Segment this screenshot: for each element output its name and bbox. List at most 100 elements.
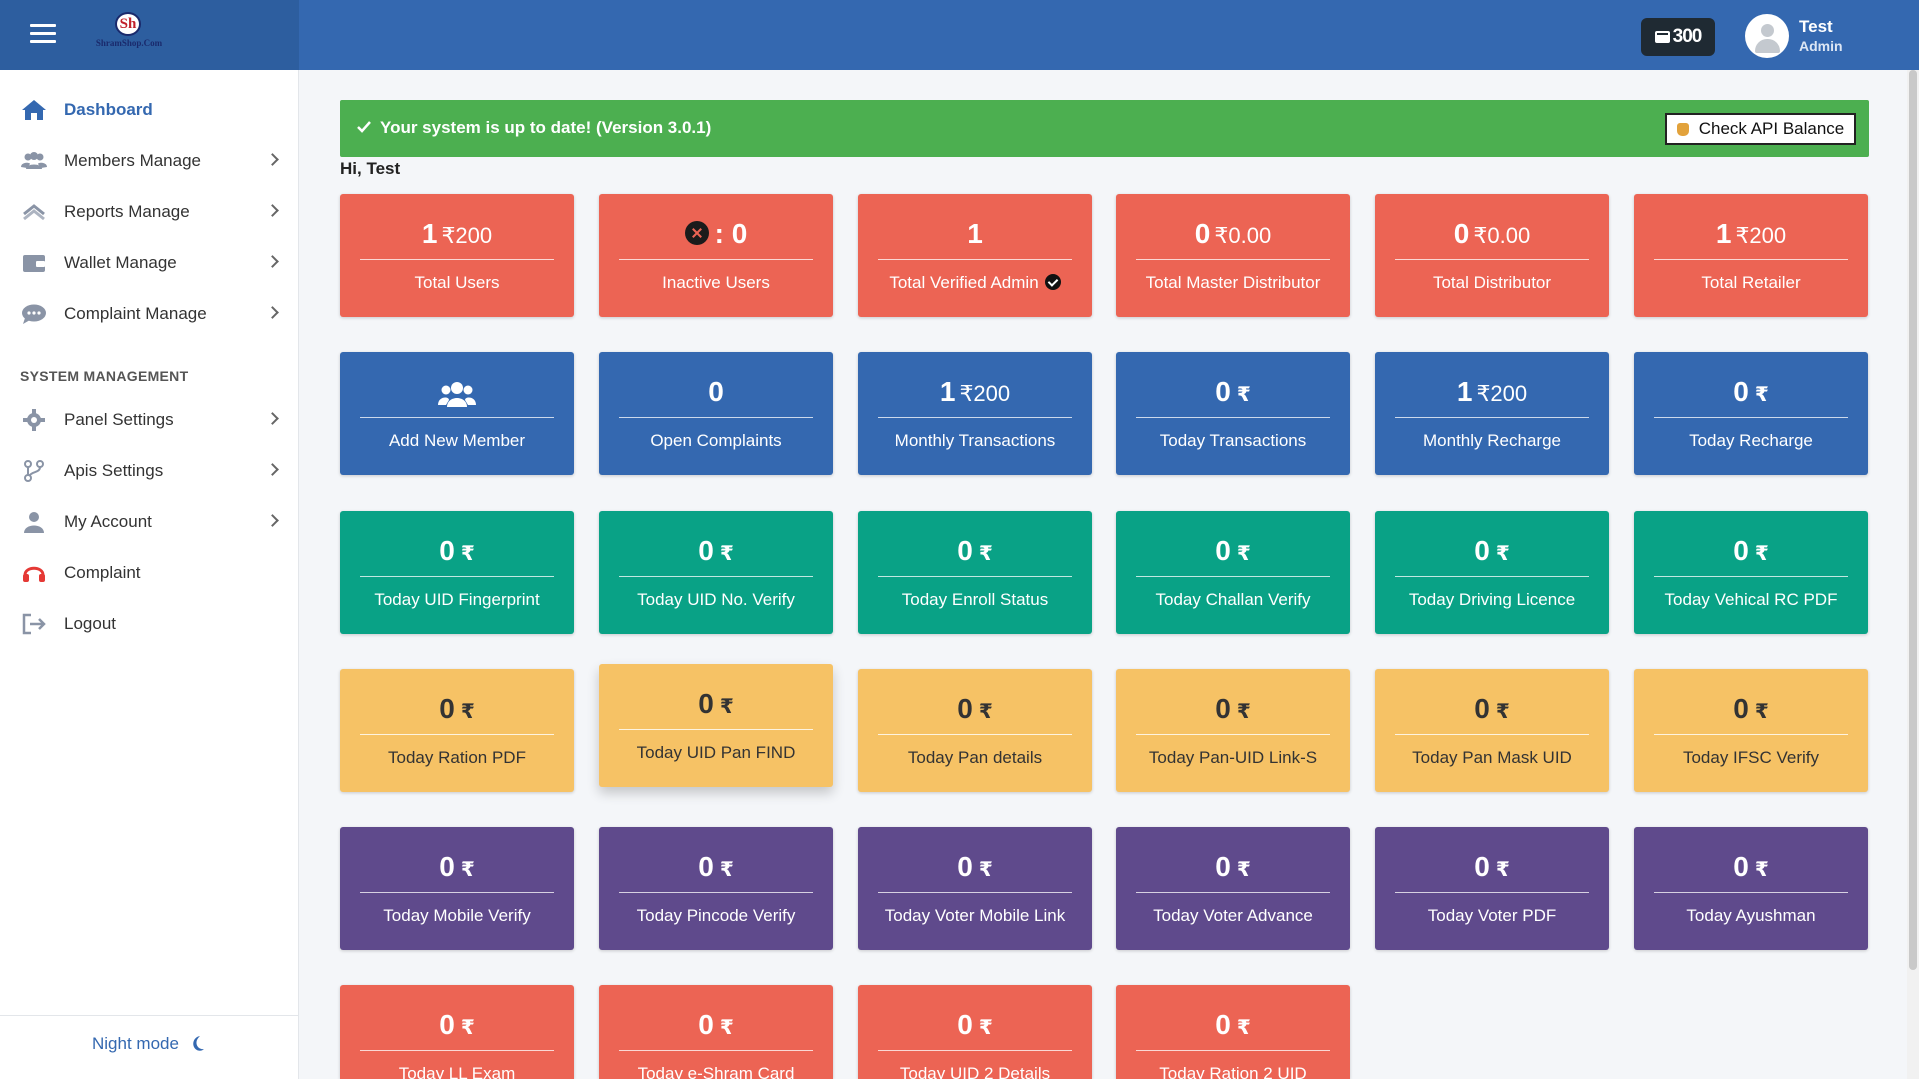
sidebar-item-label: My Account (64, 512, 152, 531)
card-value: 0 (957, 535, 973, 566)
sidebar-item-dashboard[interactable]: Dashboard (0, 88, 299, 132)
sidebar-item-logout[interactable]: Logout (0, 602, 299, 646)
card-today-voter-mobile-link[interactable]: 0 ₹ Today Voter Mobile Link (858, 827, 1092, 950)
check-icon (357, 121, 371, 133)
check-api-balance-label: Check API Balance (1698, 119, 1845, 138)
section-title: SYSTEM MANAGEMENT (20, 368, 189, 384)
sidebar-item-complaint-manage[interactable]: Complaint Manage (0, 292, 299, 336)
sidebar-item-members[interactable]: Members Manage (0, 139, 299, 183)
update-alert: Your system is up to date! (Version 3.0.… (340, 100, 1869, 157)
card-open-complaints[interactable]: 0 Open Complaints (599, 352, 833, 475)
card-total-retailer[interactable]: 1 ₹200 Total Retailer (1634, 194, 1868, 317)
card-label: Today Voter PDF (1427, 906, 1557, 925)
rupee-icon: ₹ (1495, 543, 1510, 565)
card-monthly-recharge[interactable]: 1 ₹200 Monthly Recharge (1375, 352, 1609, 475)
card-value: 0 (1474, 535, 1490, 566)
card-today-pan-mask-uid[interactable]: 0 ₹ Today Pan Mask UID (1375, 669, 1609, 792)
card-today-pincode-verify[interactable]: 0 ₹ Today Pincode Verify (599, 827, 833, 950)
card-today-voter-advance[interactable]: 0 ₹ Today Voter Advance (1116, 827, 1350, 950)
card-today-e-shram-card[interactable]: 0 ₹ Today e-Shram Card (599, 985, 833, 1079)
card-today-uid-pan-find[interactable]: 0 ₹ Today UID Pan FIND (599, 664, 833, 787)
menu-toggle-icon[interactable] (30, 24, 56, 44)
card-value: 1 (421, 218, 438, 249)
card-today-ration-pdf[interactable]: 0 ₹ Today Ration PDF (340, 669, 574, 792)
wallet-balance-badge[interactable]: 300 (1641, 18, 1715, 56)
card-today-transactions[interactable]: 0 ₹ Today Transactions (1116, 352, 1350, 475)
sidebar-item-wallet[interactable]: Wallet Manage (0, 241, 299, 285)
rupee-icon: ₹ (1754, 543, 1769, 565)
card-label: Today Mobile Verify (383, 906, 531, 925)
api-icon (24, 460, 44, 482)
page-scrollbar[interactable] (1907, 70, 1919, 1079)
rupee-icon: ₹ (1236, 384, 1251, 406)
card-today-mobile-verify[interactable]: 0 ₹ Today Mobile Verify (340, 827, 574, 950)
rupee-icon: ₹ (978, 701, 993, 723)
chevron-right-icon (266, 463, 279, 476)
chat-icon (22, 304, 46, 324)
card-today-challan-verify[interactable]: 0 ₹ Today Challan Verify (1116, 511, 1350, 634)
card-today-ayushman[interactable]: 0 ₹ Today Ayushman (1634, 827, 1868, 950)
check-api-balance-button[interactable]: Check API Balance (1665, 113, 1856, 145)
card-today-uid-fingerprint[interactable]: 0 ₹ Today UID Fingerprint (340, 511, 574, 634)
night-mode-toggle[interactable]: Night mode (92, 1034, 205, 1054)
card-label: Today Voter Advance (1153, 906, 1313, 925)
card-today-ll-exam[interactable]: 0 ₹ Today LL Exam (340, 985, 574, 1079)
card-label: Today IFSC Verify (1682, 748, 1820, 767)
card-today-driving-licence[interactable]: 0 ₹ Today Driving Licence (1375, 511, 1609, 634)
card-label: Total Users (414, 273, 500, 292)
card-label: Total Retailer (1701, 273, 1801, 292)
card-monthly-transactions[interactable]: 1 ₹200 Monthly Transactions (858, 352, 1092, 475)
greeting: Hi, Test (340, 159, 401, 178)
sidebar-item-label: Panel Settings (64, 410, 174, 429)
card-value: 0 (957, 851, 973, 882)
card-total-users[interactable]: 1 ₹200 Total Users (340, 194, 574, 317)
card-total-distributor[interactable]: 0 ₹0.00 Total Distributor (1375, 194, 1609, 317)
card-today-ifsc-verify[interactable]: 0 ₹ Today IFSC Verify (1634, 669, 1868, 792)
rupee-icon: ₹ (1236, 859, 1251, 881)
card-today-uid-2-details[interactable]: 0 ₹ Today UID 2 Details (858, 985, 1092, 1079)
card-label: Inactive Users (662, 273, 770, 292)
rupee-icon: ₹ (1236, 1017, 1251, 1039)
card-today-ration-2-uid[interactable]: 0 ₹ Today Ration 2 UID (1116, 985, 1350, 1079)
card-label: Today UID Pan FIND (636, 743, 796, 762)
card-amount: ₹200 (1476, 381, 1528, 406)
card-label: Total Master Distributor (1145, 273, 1321, 292)
chevron-right-icon (266, 204, 279, 217)
card-today-enroll-status[interactable]: 0 ₹ Today Enroll Status (858, 511, 1092, 634)
card-today-uid-no-verify[interactable]: 0 ₹ Today UID No. Verify (599, 511, 833, 634)
card-today-pan-details[interactable]: 0 ₹ Today Pan details (858, 669, 1092, 792)
sidebar-item-apis-settings[interactable]: Apis Settings (0, 449, 299, 493)
sidebar-item-panel-settings[interactable]: Panel Settings (0, 398, 299, 442)
card-label: Today Pincode Verify (636, 906, 796, 925)
card-today-pan-uid-link-s[interactable]: 0 ₹ Today Pan-UID Link-S (1116, 669, 1350, 792)
sidebar-item-my-account[interactable]: My Account (0, 500, 299, 544)
card-label: Today Pan details (907, 748, 1043, 767)
rupee-icon: ₹ (460, 1017, 475, 1039)
user-menu[interactable]: Test Admin (1745, 13, 1843, 59)
sidebar-item-reports[interactable]: Reports Manage (0, 190, 299, 234)
card-inactive-users[interactable]: : 0 Inactive Users (599, 194, 833, 317)
card-value: 0 (1215, 535, 1231, 566)
rupee-icon: ₹ (1754, 384, 1769, 406)
wallet-icon (23, 255, 45, 272)
chevron-right-icon (266, 412, 279, 425)
card-total-verified-admin[interactable]: 1 Total Verified Admin (858, 194, 1092, 317)
card-value: 0 (1215, 1009, 1231, 1040)
sidebar: Dashboard Members Manage Reports Manage … (0, 70, 299, 1079)
card-today-voter-pdf[interactable]: 0 ₹ Today Voter PDF (1375, 827, 1609, 950)
card-today-recharge[interactable]: 0 ₹ Today Recharge (1634, 352, 1868, 475)
user-name: Test (1799, 17, 1833, 36)
card-value: 0 (439, 1009, 455, 1040)
card-value: 0 (698, 535, 714, 566)
moon-icon (193, 1036, 204, 1051)
scrollbar-thumb[interactable] (1909, 70, 1917, 970)
logo-text: ShramShop.Com (95, 38, 163, 48)
sidebar-item-complaint[interactable]: Complaint (0, 551, 299, 595)
sidebar-item-label: Complaint Manage (64, 304, 207, 323)
card-add-new-member[interactable]: Add New Member (340, 352, 574, 475)
card-today-vehical-rc-pdf[interactable]: 0 ₹ Today Vehical RC PDF (1634, 511, 1868, 634)
card-label: Today Enroll Status (901, 590, 1049, 609)
card-amount: ₹200 (441, 223, 493, 248)
logo[interactable]: Sh ShramShop.Com (88, 10, 170, 54)
card-total-master-distributor[interactable]: 0 ₹0.00 Total Master Distributor (1116, 194, 1350, 317)
